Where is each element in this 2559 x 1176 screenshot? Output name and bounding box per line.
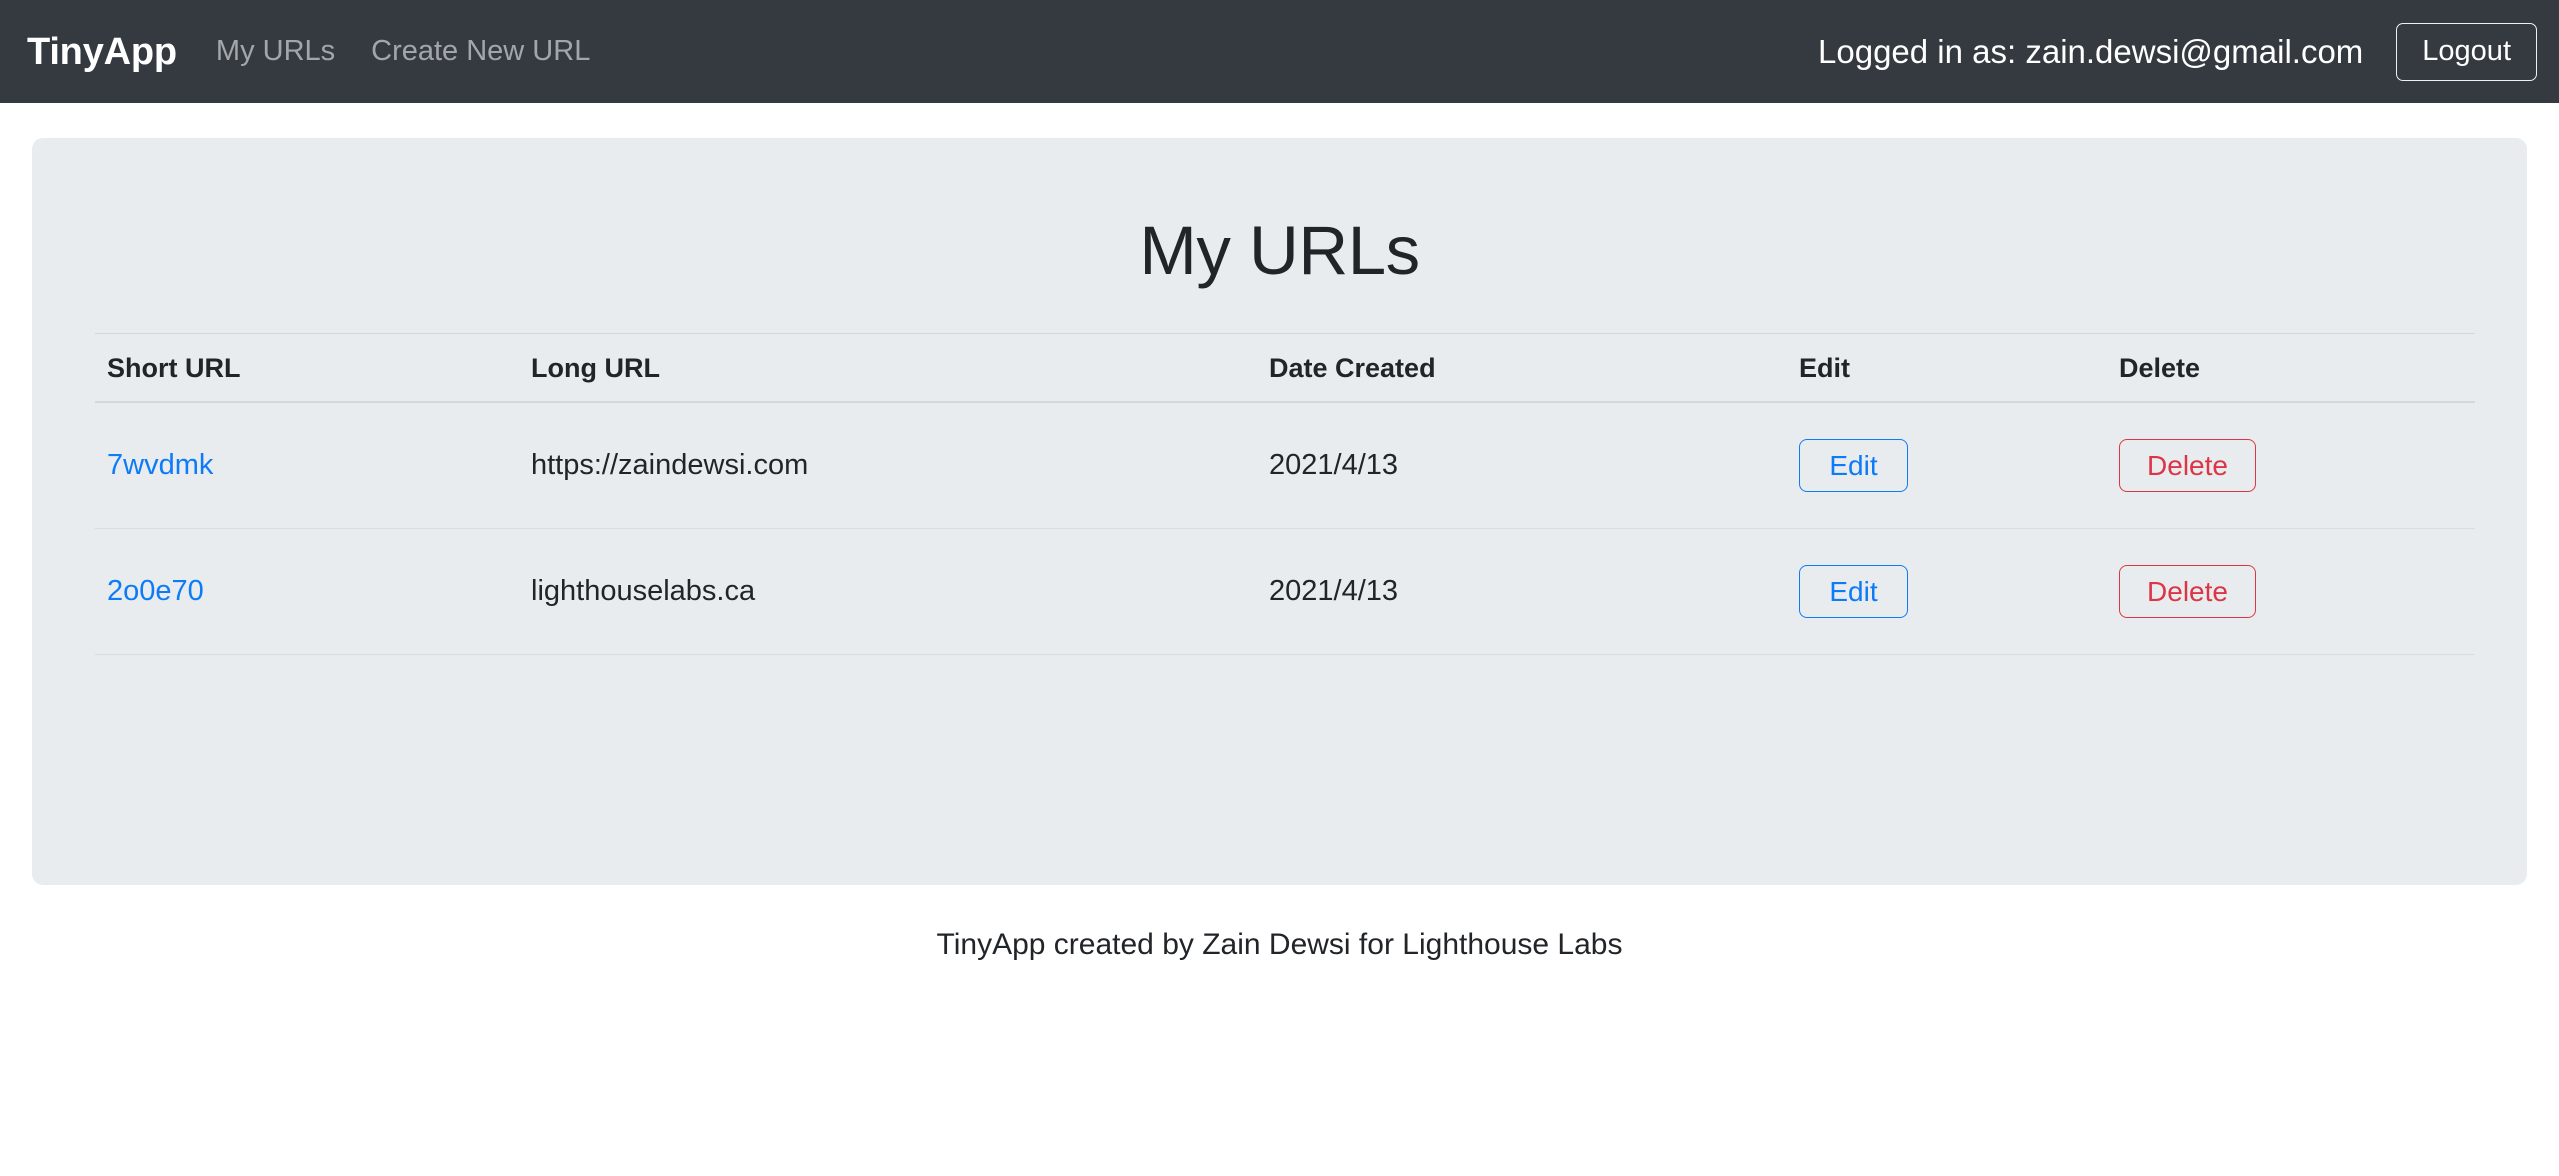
nav-link-create-new-url[interactable]: Create New URL	[371, 37, 590, 66]
page-title: My URLs	[1139, 212, 1420, 289]
cell-short-url: 7wvdmk	[95, 402, 531, 529]
table-row: 7wvdmk https://zaindewsi.com 2021/4/13 E…	[95, 402, 2475, 529]
footer-text: TinyApp created by Zain Dewsi for Lighth…	[936, 928, 1623, 961]
logout-button[interactable]: Logout	[2396, 22, 2537, 81]
column-header-delete: Delete	[2119, 333, 2475, 403]
top-navbar: TinyApp My URLs Create New URL Logged in…	[0, 0, 2559, 103]
cell-date-created: 2021/4/13	[1269, 402, 1799, 529]
cell-date-created: 2021/4/13	[1269, 528, 1799, 655]
column-header-date-created: Date Created	[1269, 333, 1799, 403]
delete-button[interactable]: Delete	[2119, 565, 2256, 618]
urls-table: Short URL Long URL Date Created Edit Del…	[95, 333, 2475, 655]
column-header-long-url: Long URL	[531, 333, 1269, 403]
urls-table-head: Short URL Long URL Date Created Edit Del…	[95, 333, 2475, 403]
logged-in-as-text: Logged in as: zain.dewsi@gmail.com	[1818, 33, 2364, 70]
cell-edit: Edit	[1799, 402, 2119, 529]
navbar-left-group: TinyApp My URLs Create New URL	[27, 33, 626, 71]
column-header-edit: Edit	[1799, 333, 2119, 403]
urls-table-body: 7wvdmk https://zaindewsi.com 2021/4/13 E…	[95, 402, 2475, 655]
cell-long-url: lighthouselabs.ca	[531, 528, 1269, 655]
delete-button[interactable]: Delete	[2119, 439, 2256, 492]
edit-button[interactable]: Edit	[1799, 565, 1908, 618]
cell-delete: Delete	[2119, 528, 2475, 655]
table-row: 2o0e70 lighthouselabs.ca 2021/4/13 Edit …	[95, 528, 2475, 655]
short-url-link[interactable]: 7wvdmk	[107, 449, 213, 481]
short-url-link[interactable]: 2o0e70	[107, 575, 204, 607]
nav-link-my-urls[interactable]: My URLs	[216, 37, 335, 66]
cell-short-url: 2o0e70	[95, 528, 531, 655]
brand-logo-link[interactable]: TinyApp	[27, 33, 177, 71]
cell-delete: Delete	[2119, 402, 2475, 529]
column-header-short-url: Short URL	[95, 333, 531, 403]
navbar-right-group: Logged in as: zain.dewsi@gmail.com Logou…	[1818, 22, 2537, 81]
edit-button[interactable]: Edit	[1799, 439, 1908, 492]
cell-long-url: https://zaindewsi.com	[531, 402, 1269, 529]
table-header-row: Short URL Long URL Date Created Edit Del…	[95, 333, 2475, 403]
cell-edit: Edit	[1799, 528, 2119, 655]
urls-panel: My URLs Short URL Long URL Date Created …	[32, 138, 2527, 885]
